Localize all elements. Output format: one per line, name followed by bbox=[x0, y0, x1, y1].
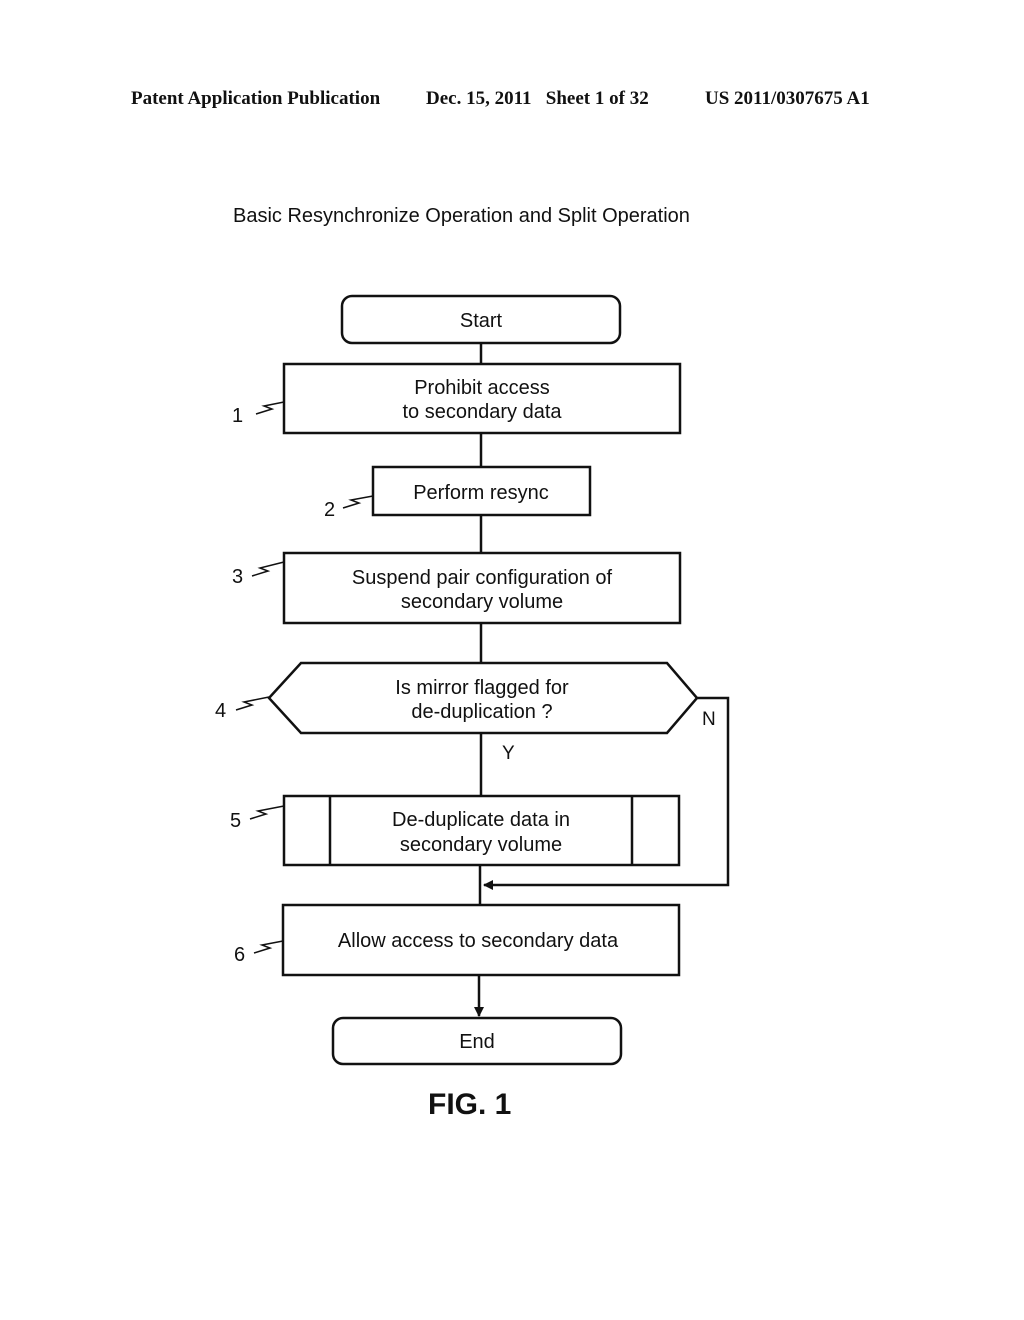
ref-leader-3 bbox=[251, 561, 285, 577]
step3-label-line1: Suspend pair configuration of bbox=[352, 567, 613, 589]
step5-label-line2: secondary volume bbox=[400, 834, 562, 856]
step4-label-line2: de-duplication ? bbox=[411, 701, 552, 723]
step4-label-line1: Is mirror flagged for bbox=[395, 677, 569, 699]
flowchart: Start Prohibit access to secondary data … bbox=[215, 294, 730, 1066]
ref-leader-1 bbox=[255, 401, 285, 415]
step1-label-line1: Prohibit access bbox=[414, 377, 550, 399]
ref-numeral-1: 1 bbox=[232, 405, 243, 427]
ref-numeral-3: 3 bbox=[232, 566, 243, 588]
ref-numeral-4: 4 bbox=[215, 700, 226, 722]
ref-leader-5 bbox=[249, 805, 285, 820]
step3-label-line2: secondary volume bbox=[401, 591, 563, 613]
step1-label-line2: to secondary data bbox=[403, 401, 563, 423]
step6-label: Allow access to secondary data bbox=[338, 930, 619, 952]
branch-label-yes: Y bbox=[502, 743, 515, 764]
end-label: End bbox=[459, 1031, 495, 1053]
ref-leader-6 bbox=[253, 940, 284, 954]
ref-leader-2 bbox=[342, 495, 374, 509]
ref-numeral-5: 5 bbox=[230, 810, 241, 832]
step2-label: Perform resync bbox=[413, 482, 549, 504]
ref-numeral-2: 2 bbox=[324, 499, 335, 521]
start-label: Start bbox=[460, 310, 503, 332]
ref-numeral-6: 6 bbox=[234, 944, 245, 966]
step5-label-line1: De-duplicate data in bbox=[392, 809, 570, 831]
figure-label: FIG. 1 bbox=[428, 1088, 512, 1121]
branch-label-no: N bbox=[702, 709, 716, 730]
ref-leader-4 bbox=[235, 696, 270, 711]
